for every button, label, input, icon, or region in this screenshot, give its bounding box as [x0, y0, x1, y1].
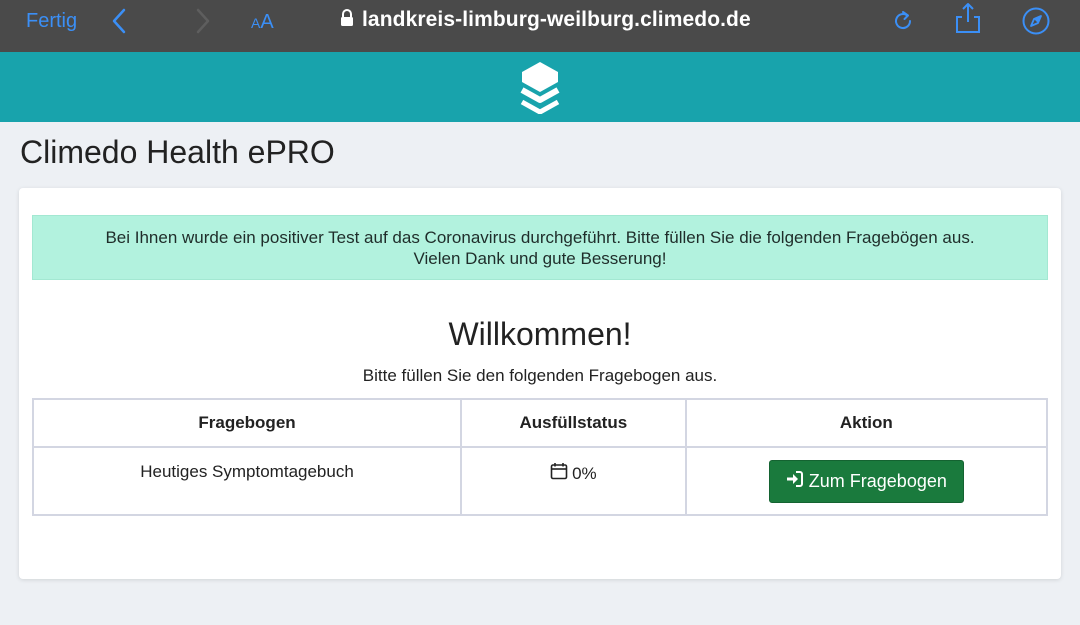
welcome-heading: Willkommen! — [448, 316, 632, 352]
table-header-row: Fragebogen Ausfüllstatus Aktion — [31, 398, 1049, 448]
url-text: landkreis-limburg-weilburg.climedo.de — [362, 8, 751, 31]
layers-logo-icon[interactable] — [518, 60, 562, 115]
table-row: Heutiges Symptomtagebuch 0% Zum Fragebog… — [31, 446, 1049, 516]
sign-in-icon — [786, 471, 803, 492]
text-size-button[interactable]: AA — [251, 9, 274, 37]
reload-icon[interactable] — [888, 6, 918, 36]
action-cell: Zum Fragebogen — [684, 446, 1049, 516]
calendar-icon — [550, 462, 568, 485]
content-card: Bei Ihnen wurde ein positiver Test auf d… — [19, 188, 1061, 579]
column-header-status: Ausfüllstatus — [460, 398, 687, 448]
alert-text-line1: Bei Ihnen wurde ein positiver Test auf d… — [105, 228, 975, 247]
forward-icon[interactable] — [188, 6, 218, 36]
compass-icon[interactable] — [1021, 6, 1051, 36]
column-header-action: Aktion — [684, 398, 1049, 448]
completion-status: 0% — [572, 463, 597, 483]
column-header-questionnaire: Fragebogen — [31, 398, 463, 448]
open-questionnaire-label: Zum Fragebogen — [808, 471, 947, 491]
welcome-subtitle: Bitte füllen Sie den folgenden Frageboge… — [362, 366, 718, 385]
questionnaire-table: Fragebogen Ausfüllstatus Aktion Heutiges… — [31, 398, 1049, 516]
text-size-large: A — [260, 11, 274, 33]
open-questionnaire-button[interactable]: Zum Fragebogen — [768, 460, 964, 503]
app-header — [0, 52, 1080, 122]
status-cell: 0% — [460, 446, 687, 516]
browser-toolbar: Fertig AA landkreis-limburg-weilburg.cli… — [0, 0, 1080, 52]
back-icon[interactable] — [104, 6, 134, 36]
info-alert: Bei Ihnen wurde ein positiver Test auf d… — [32, 215, 1048, 280]
page-title: Climedo Health ePRO — [20, 134, 335, 170]
done-button[interactable]: Fertig — [26, 8, 77, 34]
address-bar[interactable]: landkreis-limburg-weilburg.climedo.de — [340, 5, 751, 35]
questionnaire-name: Heutiges Symptomtagebuch — [31, 446, 463, 516]
text-size-small: A — [251, 15, 261, 31]
lock-icon — [340, 8, 354, 32]
alert-text-line2: Vielen Dank und gute Besserung! — [413, 249, 667, 268]
share-icon[interactable] — [953, 3, 983, 33]
